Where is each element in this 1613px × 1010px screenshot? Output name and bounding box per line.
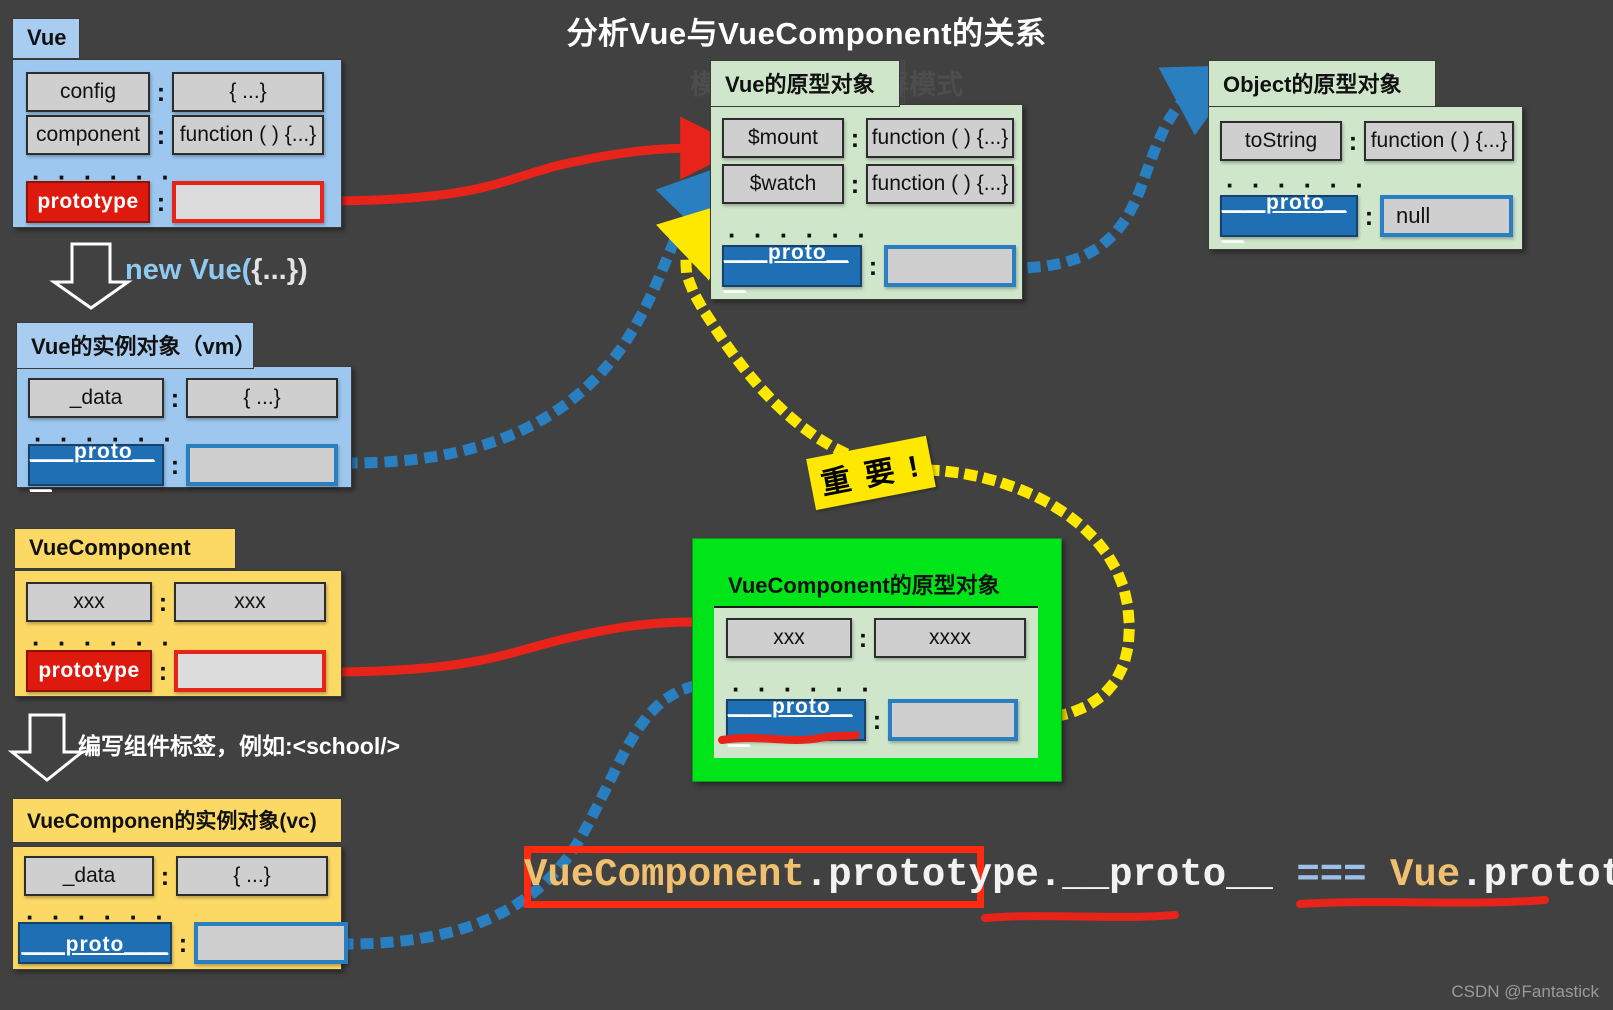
row-value: { ...} <box>176 856 328 896</box>
card-object-prototype: Object的原型对象 toString : function ( ) {...… <box>1208 60 1523 250</box>
row-key: _data <box>24 856 154 896</box>
card-object-prototype-title: Object的原型对象 <box>1208 60 1436 107</box>
colon: : <box>158 586 168 617</box>
important-badge: 重 要 ! <box>806 435 936 511</box>
row-key: component <box>26 115 150 155</box>
table-row: xxx : xxxx <box>726 618 1026 658</box>
row-value: xxxx <box>874 618 1026 658</box>
table-row-proto: ＿＿proto＿＿ : <box>18 922 348 964</box>
row-key: _data <box>28 378 164 418</box>
row-key: toString <box>1220 121 1342 161</box>
down-arrow-write-tag <box>7 713 87 782</box>
card-vue-prototype-title: Vue的原型对象 <box>710 60 900 107</box>
label-write-component-tag: 编写组件标签，例如:<school/> <box>78 733 401 759</box>
colon: : <box>872 704 882 735</box>
table-row: component : function ( ) {...} <box>26 115 324 155</box>
row-value: { ...} <box>172 72 324 112</box>
row-value-proto <box>888 699 1018 741</box>
colon: : <box>156 186 166 217</box>
colon: : <box>850 122 860 153</box>
row-key: $watch <box>722 164 844 204</box>
red-underline-vue-prototype-equation <box>1296 896 1549 908</box>
card-vuecomponent-prototype-title: VueComponent的原型对象 <box>728 573 1000 598</box>
row-value-proto <box>884 245 1016 287</box>
row-value-proto <box>194 922 348 964</box>
row-value: function ( ) {...} <box>866 118 1014 158</box>
row-value-proto: null <box>1380 195 1513 237</box>
row-value: function ( ) {...} <box>1364 121 1514 161</box>
table-row: config : { ...} <box>26 72 324 112</box>
colon: : <box>858 622 868 653</box>
colon: : <box>158 655 168 686</box>
table-row-prototype: prototype : <box>26 650 326 692</box>
row-key: xxx <box>26 582 152 622</box>
colon: : <box>170 382 180 413</box>
colon: : <box>170 449 180 480</box>
credit-watermark: CSDN @Fantastick <box>1451 982 1599 1001</box>
colon: : <box>160 860 170 891</box>
card-vm-title: Vue的实例对象（vm） <box>16 322 256 369</box>
table-row: $watch : function ( ) {...} <box>722 164 1014 204</box>
colon: : <box>868 250 878 281</box>
table-row: _data : { ...} <box>24 856 328 896</box>
table-row: _data : { ...} <box>28 378 338 418</box>
row-key-proto: ＿＿proto＿＿ <box>726 695 866 748</box>
arrow-vuecomponent-prototype-to-vc-proto-obj <box>317 617 699 677</box>
card-vue-prototype: Vue的原型对象 $mount : function ( ) {...} $wa… <box>710 60 1023 300</box>
row-key-proto: ＿＿proto＿＿ <box>18 922 172 964</box>
card-vuecomponent: VueComponent xxx : xxx · · · · · · proto… <box>14 528 342 697</box>
arrow-vm-proto-to-vue-proto-obj <box>344 161 737 469</box>
equation-part4: .prototype <box>1460 853 1613 897</box>
equation-text: VueComponent.prototype.__proto__ === Vue… <box>524 853 1613 897</box>
card-vuecomponent-prototype: VueComponent的原型对象 xxx : xxxx · · · · · ·… <box>714 558 1038 758</box>
equation-part3: Vue <box>1389 853 1461 897</box>
row-value-prototype <box>174 650 326 692</box>
table-row-proto: ＿＿proto＿＿ : <box>726 695 1018 748</box>
row-key: $mount <box>722 118 844 158</box>
row-value: xxx <box>174 582 326 622</box>
colon: : <box>1348 125 1358 156</box>
row-key: config <box>26 72 150 112</box>
row-value: { ...} <box>186 378 338 418</box>
row-key-proto: ＿＿proto＿＿ <box>28 440 164 493</box>
table-row: xxx : xxx <box>26 582 326 622</box>
row-key-proto: ＿＿proto＿＿ <box>722 241 862 294</box>
row-key-prototype: prototype <box>26 181 150 223</box>
table-row-proto: ＿＿proto＿＿ : <box>722 241 1016 294</box>
colon: : <box>156 76 166 107</box>
row-value: function ( ) {...} <box>866 164 1014 204</box>
colon: : <box>178 927 188 958</box>
page-title: 分析Vue与VueComponent的关系 <box>566 16 1047 51</box>
table-row-proto: ＿＿proto＿＿ : <box>28 440 338 493</box>
arrow-vue-prototype-to-vue-proto-obj <box>317 116 744 206</box>
colon: : <box>1364 200 1374 231</box>
card-vc-title: VueComponen的实例对象(vc) <box>12 798 342 843</box>
colon: : <box>850 168 860 199</box>
row-value-prototype <box>172 181 324 223</box>
row-key-prototype: prototype <box>26 650 152 692</box>
down-arrow-new-vue <box>49 242 133 310</box>
table-row: $mount : function ( ) {...} <box>722 118 1014 158</box>
row-key-proto: ＿＿proto＿＿ <box>1220 191 1358 244</box>
equation-part2: .prototype.__proto__ <box>804 853 1273 897</box>
card-vm: Vue的实例对象（vm） _data : { ...} · · · · · · … <box>16 322 352 493</box>
equation-part1: VueComponent <box>524 853 805 897</box>
equation-operator: === <box>1296 853 1367 897</box>
row-value: function ( ) {...} <box>172 115 324 155</box>
table-row: toString : function ( ) {...} <box>1220 121 1514 161</box>
colon: : <box>156 119 166 150</box>
arrow-vue-proto-to-object-proto <box>1007 65 1245 274</box>
row-value-proto <box>186 444 338 486</box>
red-underline-proto-equation <box>981 911 1179 922</box>
label-new-vue: new Vue({...}) <box>125 254 308 286</box>
card-vc: VueComponen的实例对象(vc) _data : { ...} · · … <box>12 798 348 970</box>
card-vuecomponent-title: VueComponent <box>14 528 236 569</box>
table-row-prototype: prototype : <box>26 181 324 223</box>
row-key: xxx <box>726 618 852 658</box>
table-row-proto: ＿＿proto＿＿ : null <box>1220 191 1513 244</box>
